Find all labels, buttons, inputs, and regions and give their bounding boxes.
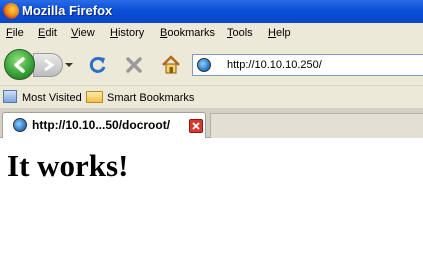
bookmark-smart-bookmarks[interactable]: Smart Bookmarks bbox=[107, 92, 194, 104]
firefox-logo-icon bbox=[3, 3, 19, 19]
menu-file[interactable]: File bbox=[6, 27, 24, 39]
url-bar[interactable]: http://10.10.10.250/ bbox=[192, 54, 423, 76]
folder-icon bbox=[86, 91, 103, 103]
stop-icon[interactable] bbox=[124, 55, 144, 75]
menu-tools[interactable]: Tools bbox=[227, 27, 253, 39]
page-content: It works! bbox=[0, 138, 423, 262]
dropdown-arrow-icon[interactable] bbox=[64, 60, 74, 70]
menu-help[interactable]: Help bbox=[268, 27, 291, 39]
tab-strip: http://10.10...50/docroot/ bbox=[0, 108, 423, 138]
url-text[interactable]: http://10.10.10.250/ bbox=[227, 59, 322, 71]
window-title: Mozilla Firefox bbox=[22, 3, 113, 18]
menu-bar: File Edit View History Bookmarks Tools H… bbox=[0, 23, 423, 44]
title-bar: Mozilla Firefox bbox=[0, 0, 423, 23]
forward-arrow-icon bbox=[44, 58, 55, 72]
page-heading: It works! bbox=[7, 148, 129, 183]
close-icon bbox=[192, 122, 200, 130]
tab-label: http://10.10...50/docroot/ bbox=[32, 118, 171, 132]
tab-active[interactable]: http://10.10...50/docroot/ bbox=[2, 112, 206, 138]
menu-view[interactable]: View bbox=[71, 27, 95, 39]
back-arrow-icon bbox=[14, 57, 25, 73]
bookmark-most-visited[interactable]: Most Visited bbox=[22, 92, 82, 104]
reload-icon[interactable] bbox=[88, 55, 108, 75]
menu-edit[interactable]: Edit bbox=[38, 27, 57, 39]
menu-history[interactable]: History bbox=[110, 27, 144, 39]
globe-icon bbox=[13, 118, 27, 132]
tab-empty-area bbox=[210, 113, 423, 138]
bookmarks-toolbar: Most Visited Smart Bookmarks bbox=[0, 85, 423, 108]
navigation-toolbar: http://10.10.10.250/ bbox=[0, 44, 423, 85]
home-icon[interactable] bbox=[160, 54, 182, 76]
forward-button[interactable] bbox=[33, 53, 63, 77]
globe-icon bbox=[197, 58, 211, 72]
menu-bookmarks[interactable]: Bookmarks bbox=[160, 27, 215, 39]
tab-close-button[interactable] bbox=[189, 119, 203, 133]
bookmark-folder-icon bbox=[3, 90, 17, 103]
back-button[interactable] bbox=[4, 49, 35, 80]
